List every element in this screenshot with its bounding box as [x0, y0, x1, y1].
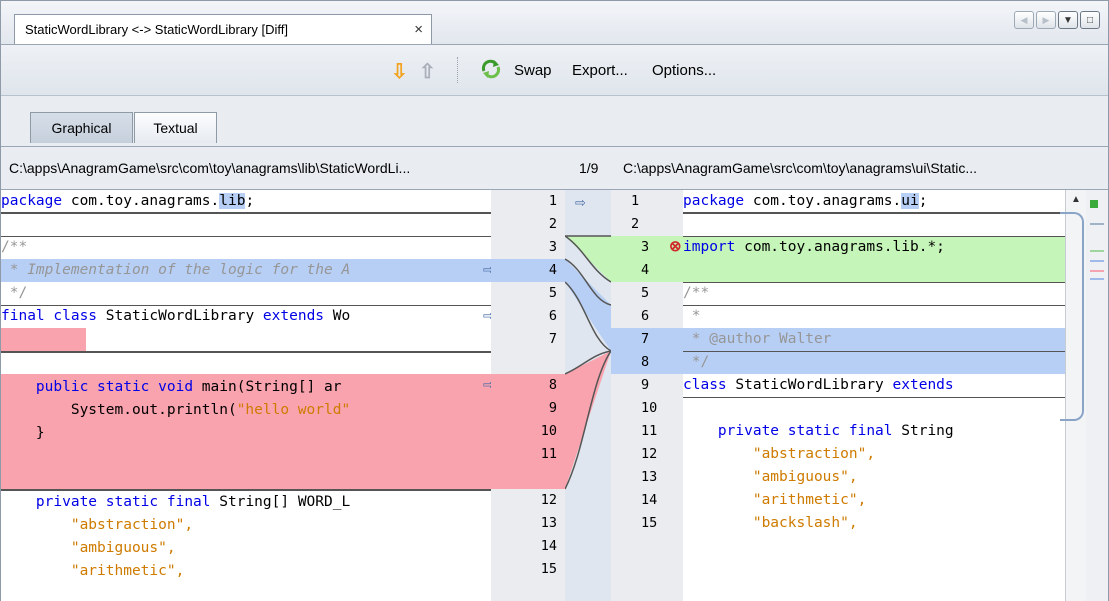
graphical-diff-view: package com.toy.anagrams.lib; /** * Impl…: [1, 189, 1108, 601]
code-line: package com.toy.anagrams.lib;: [1, 193, 255, 209]
line-number: 8: [548, 377, 557, 393]
line-number: 12: [641, 446, 658, 462]
merge-arrow-icon: ⇨: [575, 195, 586, 210]
options-button[interactable]: Options...: [652, 62, 716, 79]
editor-tab-bar: StaticWordLibrary <-> StaticWordLibrary …: [1, 1, 1108, 45]
swap-icon[interactable]: [479, 57, 503, 81]
line-number: 9: [641, 377, 650, 393]
code-line: "abstraction",: [683, 446, 876, 462]
right-file-path: C:\apps\AnagramGame\src\com\toy\anagrams…: [623, 160, 978, 176]
diff-connector-strip: ⇨: [565, 190, 611, 601]
swap-button[interactable]: Swap: [514, 62, 552, 79]
line-number: 13: [540, 515, 557, 531]
code-line: *: [683, 308, 701, 324]
code-line: class StaticWordLibrary extends: [683, 377, 954, 393]
code-line: "abstraction",: [1, 517, 194, 533]
line-number: 1: [631, 193, 640, 209]
code-line: "arithmetic",: [683, 492, 867, 508]
line-number: 6: [548, 308, 557, 324]
line-number: 10: [540, 423, 557, 439]
right-source-pane[interactable]: package com.toy.anagrams.ui; import com.…: [683, 190, 1065, 601]
line-number: 5: [548, 285, 557, 301]
tab-graphical[interactable]: Graphical: [30, 112, 133, 143]
line-number: 8: [641, 354, 650, 370]
line-number: 7: [641, 331, 650, 347]
line-number: 14: [641, 492, 658, 508]
code-line: final class StaticWordLibrary extends Wo: [1, 308, 351, 324]
diff-toolbar: ⇩ ⇧ Swap Export... Options...: [1, 45, 1108, 96]
code-line: private static final String[] WORD_L: [35, 494, 351, 510]
document-list-icon[interactable]: ▼: [1058, 11, 1078, 29]
code-line: import com.toy.anagrams.lib.*;: [683, 239, 945, 255]
left-file-path: C:\apps\AnagramGame\src\com\toy\anagrams…: [9, 160, 411, 176]
vertical-scrollbar[interactable]: ▲: [1060, 190, 1086, 601]
line-number: 9: [548, 400, 557, 416]
line-number: 7: [548, 331, 557, 347]
diff-document-tab[interactable]: StaticWordLibrary <-> StaticWordLibrary …: [14, 14, 432, 44]
tab-textual[interactable]: Textual: [134, 112, 217, 143]
scroll-thumb[interactable]: [1060, 212, 1084, 421]
scroll-up-icon[interactable]: ▲: [1071, 194, 1081, 205]
code-line: "backslash",: [683, 515, 858, 531]
line-number: 2: [548, 216, 557, 232]
code-line: public static void main(String[] ar: [35, 379, 342, 395]
toolbar-separator: [457, 57, 459, 83]
error-stripe: [1086, 190, 1108, 601]
previous-difference-icon[interactable]: ⇧: [419, 59, 436, 84]
code-line: System.out.println("hello world": [1, 402, 351, 418]
line-number: 4: [548, 262, 557, 278]
line-number: 1: [548, 193, 557, 209]
line-number: 14: [540, 538, 557, 554]
code-line: */: [1, 285, 28, 301]
error-icon: ⊗: [669, 238, 682, 255]
code-line: private static final String: [717, 423, 954, 439]
code-line: "ambiguous",: [683, 469, 858, 485]
line-number: 6: [641, 308, 650, 324]
line-number: 3: [548, 239, 557, 255]
diff-window: StaticWordLibrary <-> StaticWordLibrary …: [0, 0, 1109, 601]
scroll-left-icon[interactable]: ◀: [1014, 11, 1034, 29]
status-marker: [1090, 200, 1098, 208]
line-number: 4: [641, 262, 650, 278]
line-number: 2: [631, 216, 640, 232]
line-number: 15: [540, 561, 557, 577]
line-number: 11: [540, 446, 557, 462]
next-difference-icon[interactable]: ⇩: [391, 59, 408, 84]
export-button[interactable]: Export...: [572, 62, 628, 79]
code-line: /**: [683, 285, 710, 301]
code-line: }: [1, 425, 45, 441]
code-line: * @author Walter: [683, 331, 832, 347]
view-mode-tabs: Graphical Textual: [1, 96, 1108, 147]
left-source-pane[interactable]: package com.toy.anagrams.lib; /** * Impl…: [1, 190, 491, 601]
close-icon[interactable]: ×: [414, 21, 423, 38]
diff-tab-title: StaticWordLibrary <-> StaticWordLibrary …: [25, 22, 288, 37]
line-number: 13: [641, 469, 658, 485]
code-line: "ambiguous",: [1, 540, 176, 556]
file-path-header: C:\apps\AnagramGame\src\com\toy\anagrams…: [1, 147, 1108, 189]
line-number: 10: [641, 400, 658, 416]
window-controls: ◀ ▶ ▼ □: [1014, 11, 1100, 29]
code-line: /**: [1, 239, 28, 255]
maximize-icon[interactable]: □: [1080, 11, 1100, 29]
code-line: package com.toy.anagrams.ui;: [683, 193, 928, 209]
line-number: 15: [641, 515, 658, 531]
code-line: * Implementation of the logic for the A: [1, 262, 351, 278]
line-number: 12: [540, 492, 557, 508]
difference-counter: 1/9: [579, 160, 599, 176]
line-number: 3: [641, 239, 650, 255]
line-number: 5: [641, 285, 650, 301]
scroll-right-icon[interactable]: ▶: [1036, 11, 1056, 29]
line-number: 11: [641, 423, 658, 439]
code-line: */: [683, 354, 710, 370]
left-line-numbers: 1 2 3 4 5 6 7 8 9 10 11 12 13 14 15: [491, 190, 565, 601]
code-line: "arithmetic",: [1, 563, 185, 579]
